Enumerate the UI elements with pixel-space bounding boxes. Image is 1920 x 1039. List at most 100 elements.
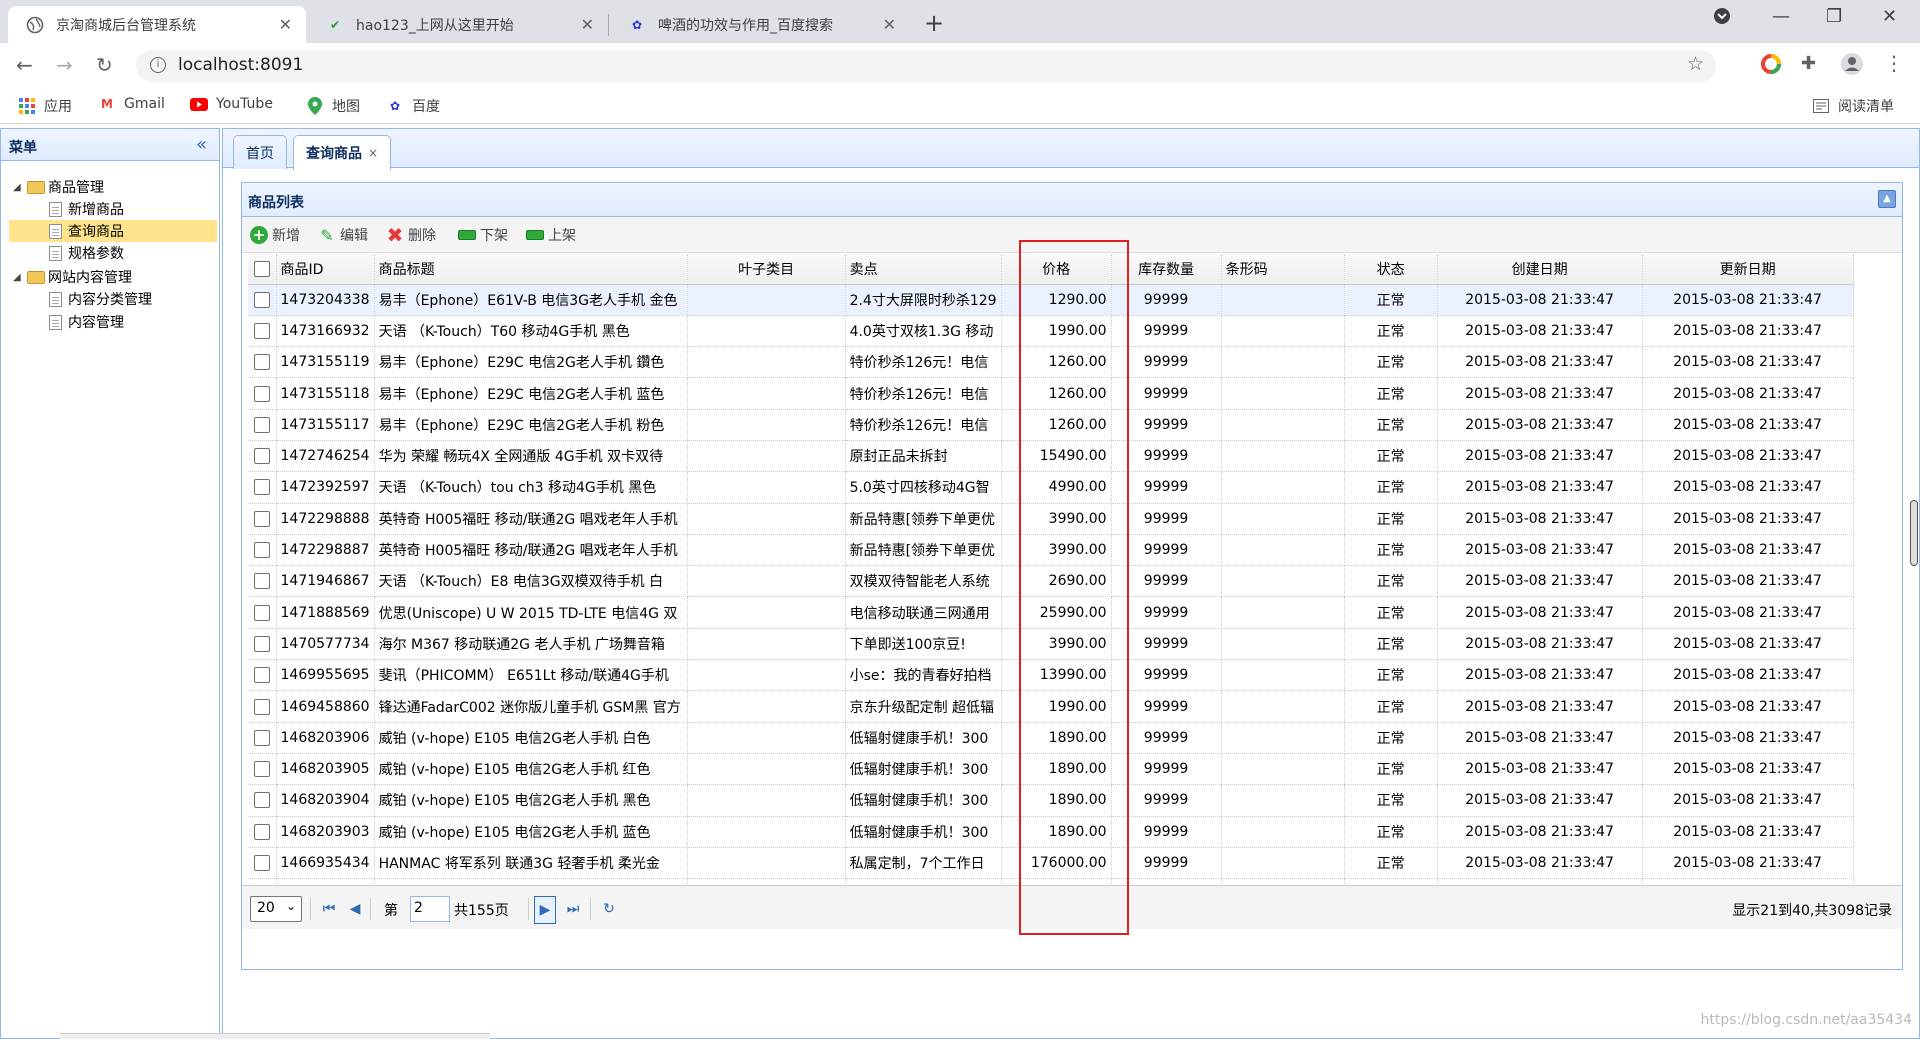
tree-item-query-goods[interactable]: 查询商品 xyxy=(9,220,217,242)
profile-avatar[interactable] xyxy=(1841,53,1863,75)
address-bar[interactable]: i localhost:8091 ☆ xyxy=(136,50,1716,82)
tree-group-goods[interactable]: ◢ 商品管理 xyxy=(13,176,104,198)
row-checkbox-cell[interactable] xyxy=(248,596,277,629)
row-checkbox-cell[interactable] xyxy=(248,377,277,410)
tree-item-content-category[interactable]: 内容分类管理 xyxy=(49,288,152,310)
collapse-left-icon[interactable]: « xyxy=(196,134,207,155)
select-all-checkbox-cell[interactable] xyxy=(248,254,277,285)
on-shelf-button[interactable]: 上架 xyxy=(526,225,576,245)
expand-arrow-icon[interactable]: ◢ xyxy=(13,182,27,193)
row-checkbox[interactable] xyxy=(253,823,270,840)
bookmark-gmail[interactable]: M Gmail xyxy=(98,96,165,112)
maximize-icon[interactable]: ❐ xyxy=(1826,6,1842,27)
col-header-created[interactable]: 创建日期 xyxy=(1437,254,1643,285)
back-arrow-icon[interactable]: ← xyxy=(16,53,33,77)
row-checkbox[interactable] xyxy=(253,854,270,871)
bookmark-baidu[interactable]: ✿ 百度 xyxy=(386,96,440,116)
close-icon[interactable]: ✕ xyxy=(581,15,594,34)
row-checkbox-cell[interactable] xyxy=(248,346,277,379)
row-checkbox-cell[interactable] xyxy=(248,284,277,316)
col-header-id[interactable]: 商品ID xyxy=(276,254,375,285)
col-header-updated[interactable]: 更新日期 xyxy=(1642,254,1854,285)
tab-home[interactable]: 首页 xyxy=(233,135,287,169)
page-size-select[interactable]: 20 ⌄ xyxy=(250,896,302,922)
row-checkbox[interactable] xyxy=(253,635,270,652)
off-shelf-button[interactable]: 下架 xyxy=(458,225,508,245)
row-checkbox[interactable] xyxy=(253,542,270,559)
reading-list[interactable]: 阅读清单 xyxy=(1812,96,1894,116)
row-checkbox[interactable] xyxy=(253,322,270,339)
horizontal-scrollbar[interactable] xyxy=(60,1033,490,1039)
bookmark-maps[interactable]: 地图 xyxy=(306,96,360,116)
puzzle-icon[interactable]: ✚ xyxy=(1801,53,1823,75)
row-checkbox[interactable] xyxy=(253,291,270,308)
row-checkbox-cell[interactable] xyxy=(248,628,277,661)
row-checkbox-cell[interactable] xyxy=(248,440,277,473)
next-page-icon[interactable]: ▶ xyxy=(534,896,556,924)
row-checkbox[interactable] xyxy=(253,761,270,778)
row-checkbox-cell[interactable] xyxy=(248,503,277,535)
minimize-icon[interactable]: — xyxy=(1772,6,1790,27)
row-checkbox[interactable] xyxy=(253,604,270,621)
row-checkbox-cell[interactable] xyxy=(248,722,277,754)
row-checkbox-cell[interactable] xyxy=(248,534,277,567)
first-page-icon[interactable]: ⏮ xyxy=(318,898,340,920)
row-checkbox[interactable] xyxy=(253,698,270,715)
delete-button[interactable]: ✖ 删除 xyxy=(386,223,436,247)
scrollbar-thumb[interactable] xyxy=(1910,500,1918,566)
tab-query-goods[interactable]: 查询商品 × xyxy=(293,135,392,170)
row-checkbox[interactable] xyxy=(253,479,270,496)
forward-arrow-icon[interactable]: → xyxy=(56,53,73,77)
window-close-icon[interactable]: ✕ xyxy=(1882,6,1897,27)
more-menu-icon[interactable]: ⋮ xyxy=(1884,51,1906,75)
edit-button[interactable]: ✎ 编辑 xyxy=(318,225,368,245)
refresh-icon[interactable]: ↻ xyxy=(598,898,620,920)
bookmark-apps[interactable]: 应用 xyxy=(18,96,72,116)
browser-tab-1[interactable]: 京淘商城后台管理系统 ✕ xyxy=(8,6,306,43)
tree-item-add-goods[interactable]: 新增商品 xyxy=(49,198,124,220)
row-checkbox-cell[interactable] xyxy=(248,847,277,880)
browser-tab-2[interactable]: ✔ hao123_上网从这里开始 ✕ xyxy=(308,6,608,43)
col-header-barcode[interactable]: 条形码 xyxy=(1221,254,1345,285)
reload-icon[interactable]: ↻ xyxy=(96,53,113,77)
close-icon[interactable]: ✕ xyxy=(279,15,292,34)
row-checkbox[interactable] xyxy=(253,385,270,402)
last-page-icon[interactable]: ⏭ xyxy=(562,898,584,920)
row-checkbox-cell[interactable] xyxy=(248,690,277,723)
bookmark-star-icon[interactable]: ☆ xyxy=(1687,53,1704,75)
row-checkbox-cell[interactable] xyxy=(248,816,277,848)
new-tab-button[interactable]: + xyxy=(924,9,944,37)
tree-item-content-manage[interactable]: 内容管理 xyxy=(49,311,124,333)
row-checkbox[interactable] xyxy=(253,416,270,433)
collapse-up-icon[interactable]: ▲ xyxy=(1878,190,1896,208)
tab-close-icon[interactable]: × xyxy=(368,146,378,160)
prev-page-icon[interactable]: ◀ xyxy=(344,898,366,920)
row-checkbox-cell[interactable] xyxy=(248,565,277,598)
col-header-status[interactable]: 状态 xyxy=(1344,254,1438,285)
row-checkbox-cell[interactable] xyxy=(248,784,277,817)
row-checkbox-cell[interactable] xyxy=(248,753,277,786)
col-header-sellpoint[interactable]: 卖点 xyxy=(845,254,1002,285)
select-all-checkbox[interactable] xyxy=(253,260,270,277)
row-checkbox-cell[interactable] xyxy=(248,659,277,692)
expand-arrow-icon[interactable]: ◢ xyxy=(13,272,27,283)
close-icon[interactable]: ✕ xyxy=(883,15,896,34)
row-checkbox-cell[interactable] xyxy=(248,409,277,441)
tab-search-icon[interactable] xyxy=(1712,6,1732,31)
row-checkbox[interactable] xyxy=(253,573,270,590)
extension-circle-icon[interactable] xyxy=(1760,53,1782,75)
tree-group-content[interactable]: ◢ 网站内容管理 xyxy=(13,266,132,288)
col-header-title[interactable]: 商品标题 xyxy=(374,254,688,285)
row-checkbox[interactable] xyxy=(253,510,270,527)
tree-item-spec-params[interactable]: 规格参数 xyxy=(49,242,124,264)
row-checkbox[interactable] xyxy=(253,729,270,746)
row-checkbox-cell[interactable] xyxy=(248,471,277,504)
page-number-input[interactable]: 2 xyxy=(410,896,450,922)
col-header-category[interactable]: 叶子类目 xyxy=(687,254,846,285)
add-button[interactable]: + 新增 xyxy=(250,225,300,245)
row-checkbox[interactable] xyxy=(253,448,270,465)
row-checkbox[interactable] xyxy=(253,792,270,809)
row-checkbox-cell[interactable] xyxy=(248,315,277,348)
browser-tab-3[interactable]: ✿ 啤酒的功效与作用_百度搜索 ✕ xyxy=(610,6,910,43)
row-checkbox[interactable] xyxy=(253,667,270,684)
